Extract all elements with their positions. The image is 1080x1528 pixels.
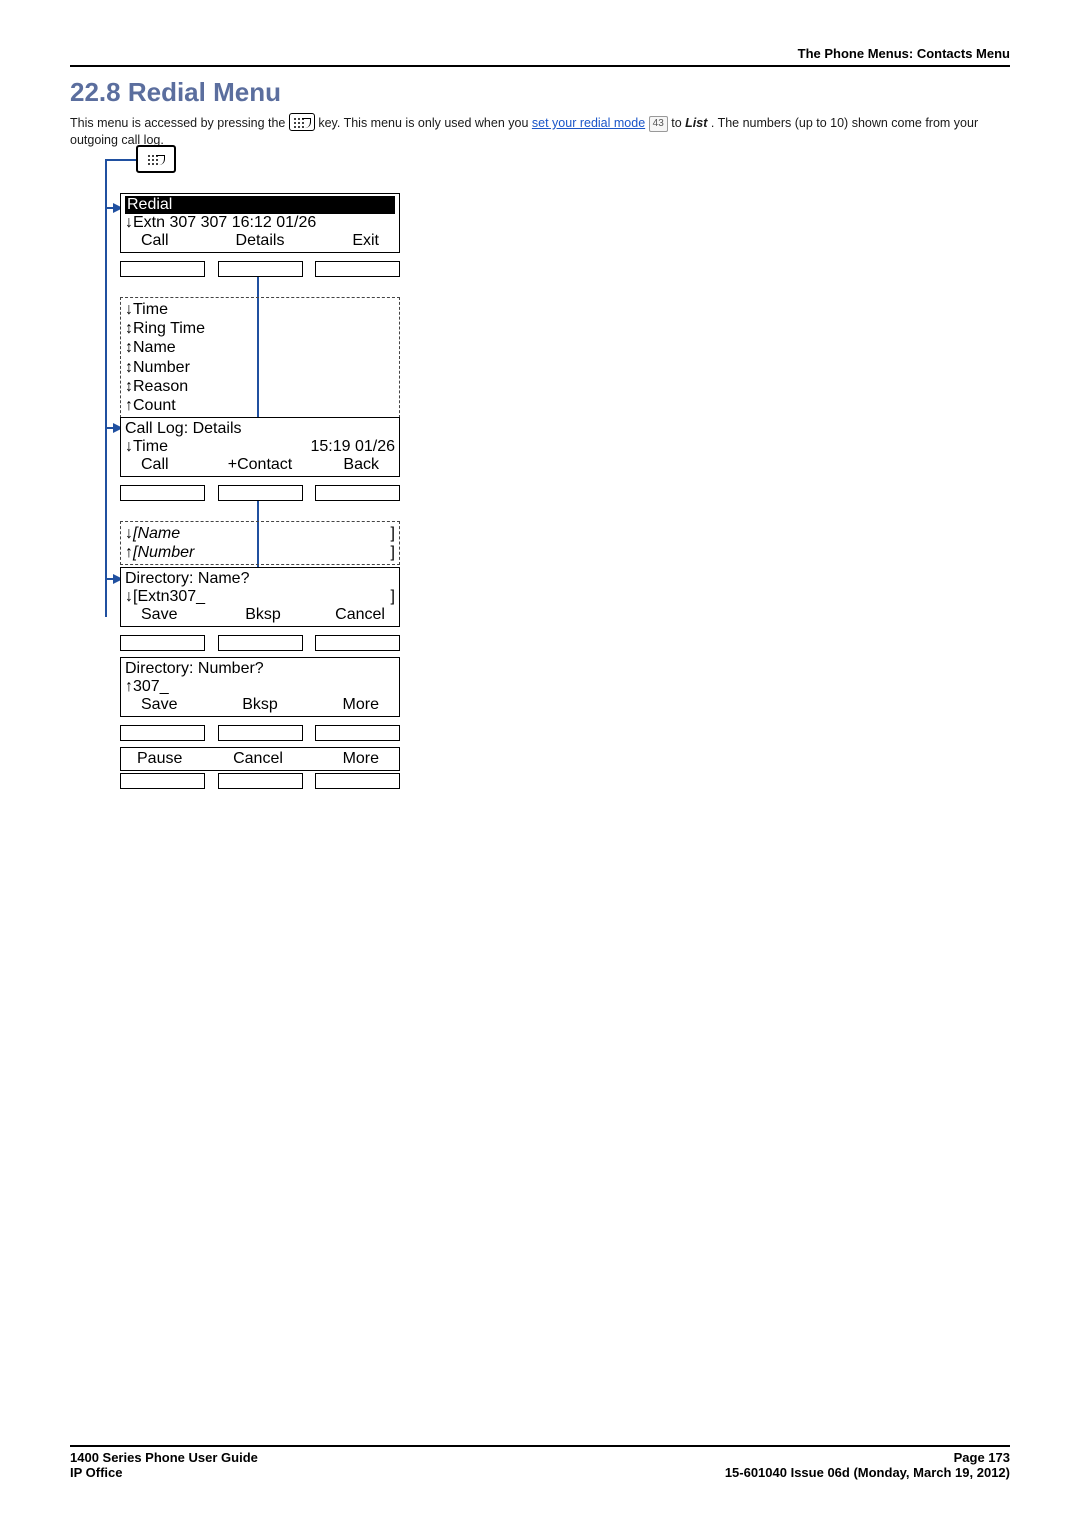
hw-button	[218, 261, 303, 277]
softkey-bksp-2: Bksp	[220, 696, 299, 714]
footer-page: Page 173	[725, 1450, 1010, 1465]
details-fields-box: ↓Time ↕Ring Time ↕Name ↕Number ↕Reason ↑…	[120, 297, 400, 418]
softkey-back: Back	[300, 456, 395, 474]
screen3-softkeys: Save Bksp Cancel	[125, 606, 395, 624]
softkey-more: More	[300, 696, 395, 714]
field-count: ↑Count	[125, 396, 395, 415]
list-word: List	[685, 116, 707, 130]
hw-button	[315, 773, 400, 789]
hw-button	[218, 725, 303, 741]
screen3-bracket: ]	[260, 588, 395, 606]
softkey-pause: Pause	[125, 750, 218, 768]
footer-product: IP Office	[70, 1465, 258, 1480]
screen2-time-value: 15:19 01/26	[260, 438, 395, 456]
intro-text-3: to	[671, 116, 685, 130]
screen-redial: Redial ↓Extn 307 307 16:12 01/26 Call De…	[120, 193, 400, 253]
name-number-box: ↓[Name ] ↑[Number ]	[120, 521, 400, 565]
softkey-cancel-2: Cancel	[218, 750, 299, 768]
footer-guide: 1400 Series Phone User Guide	[70, 1450, 258, 1465]
screen4-title: Directory: Number?	[125, 660, 395, 678]
softkey-exit: Exit	[300, 232, 395, 250]
screen-redial-line: ↓Extn 307 307 16:12 01/26	[125, 214, 395, 232]
page-ref-badge: 43	[649, 116, 668, 132]
screen3-line: ↓[Extn307_ ]	[125, 588, 395, 606]
button-row-5	[120, 773, 400, 789]
hw-button	[315, 261, 400, 277]
breadcrumb: The Phone Menus: Contacts Menu	[798, 46, 1010, 61]
screen2-title: Call Log: Details	[125, 420, 395, 438]
hw-button	[315, 635, 400, 651]
screen-directory-name: Directory: Name? ↓[Extn307_ ] Save Bksp …	[120, 567, 400, 627]
button-row-3	[120, 635, 400, 651]
screen2-time-label: ↓Time	[125, 438, 260, 456]
softkey-save-2: Save	[125, 696, 220, 714]
intro-text-2: key. This menu is only used when you	[318, 116, 532, 130]
button-row-1	[120, 261, 400, 277]
screen2-softkeys: Call +Contact Back	[125, 456, 395, 474]
softkey-more-2: More	[298, 750, 395, 768]
screen-directory-number: Directory: Number? ↑307_ Save Bksp More	[120, 657, 400, 717]
button-row-4	[120, 725, 400, 741]
screen4-softkeys: Save Bksp More	[125, 696, 395, 714]
connector-vertical	[105, 159, 107, 617]
section-title: Redial Menu	[128, 77, 281, 107]
softkey-cancel: Cancel	[304, 606, 395, 624]
page-footer: 1400 Series Phone User Guide IP Office P…	[70, 1445, 1010, 1480]
softkey-call: Call	[125, 232, 220, 250]
intro-paragraph: This menu is accessed by pressing the ke…	[70, 113, 1010, 149]
hw-button	[120, 773, 205, 789]
screen-redial-title: Redial	[125, 196, 395, 214]
footer-issue: 15-601040 Issue 06d (Monday, March 19, 2…	[725, 1465, 1010, 1480]
hw-button	[120, 725, 205, 741]
screen3-input: ↓[Extn307_	[125, 588, 260, 606]
field-time: ↓Time	[125, 300, 395, 319]
page-header: The Phone Menus: Contacts Menu	[70, 45, 1010, 67]
hw-button	[120, 485, 205, 501]
softkey-call-2: Call	[125, 456, 220, 474]
softkey-save: Save	[125, 606, 222, 624]
screen2-line: ↓Time 15:19 01/26	[125, 438, 395, 456]
redial-key-icon	[289, 113, 315, 131]
connector-h-top	[105, 159, 136, 161]
field-name: ↕Name	[125, 338, 395, 357]
softkey-details: Details	[220, 232, 299, 250]
screen5-softkeys: Pause Cancel More	[125, 750, 395, 768]
section-heading: 22.8 Redial Menu	[70, 77, 1010, 108]
softkey-contact: +Contact	[220, 456, 299, 474]
screen-redial-softkeys: Call Details Exit	[125, 232, 395, 250]
field-number: ↕Number	[125, 358, 395, 377]
redial-key-icon-small	[144, 151, 168, 167]
box2-name: ↓[Name	[125, 524, 180, 543]
screen-call-log-details: Call Log: Details ↓Time 15:19 01/26 Call…	[120, 417, 400, 477]
hw-button	[218, 485, 303, 501]
screen3-title: Directory: Name?	[125, 570, 395, 588]
redial-key-box	[136, 145, 176, 173]
section-number: 22.8	[70, 77, 121, 107]
screen-more-options: Pause Cancel More	[120, 747, 400, 771]
intro-text-1: This menu is accessed by pressing the	[70, 116, 289, 130]
screen4-line: ↑307_	[125, 678, 395, 696]
hw-button	[218, 773, 303, 789]
box2-bracket-1: ]	[391, 524, 395, 543]
field-reason: ↕Reason	[125, 377, 395, 396]
hw-button	[120, 261, 205, 277]
box2-number: ↑[Number	[125, 543, 194, 562]
field-ring-time: ↕Ring Time	[125, 319, 395, 338]
box2-bracket-2: ]	[391, 543, 395, 562]
hw-button	[315, 725, 400, 741]
hw-button	[218, 635, 303, 651]
button-row-2	[120, 485, 400, 501]
redial-mode-link[interactable]: set your redial mode	[532, 116, 645, 130]
hw-button	[315, 485, 400, 501]
softkey-bksp: Bksp	[222, 606, 303, 624]
hw-button	[120, 635, 205, 651]
